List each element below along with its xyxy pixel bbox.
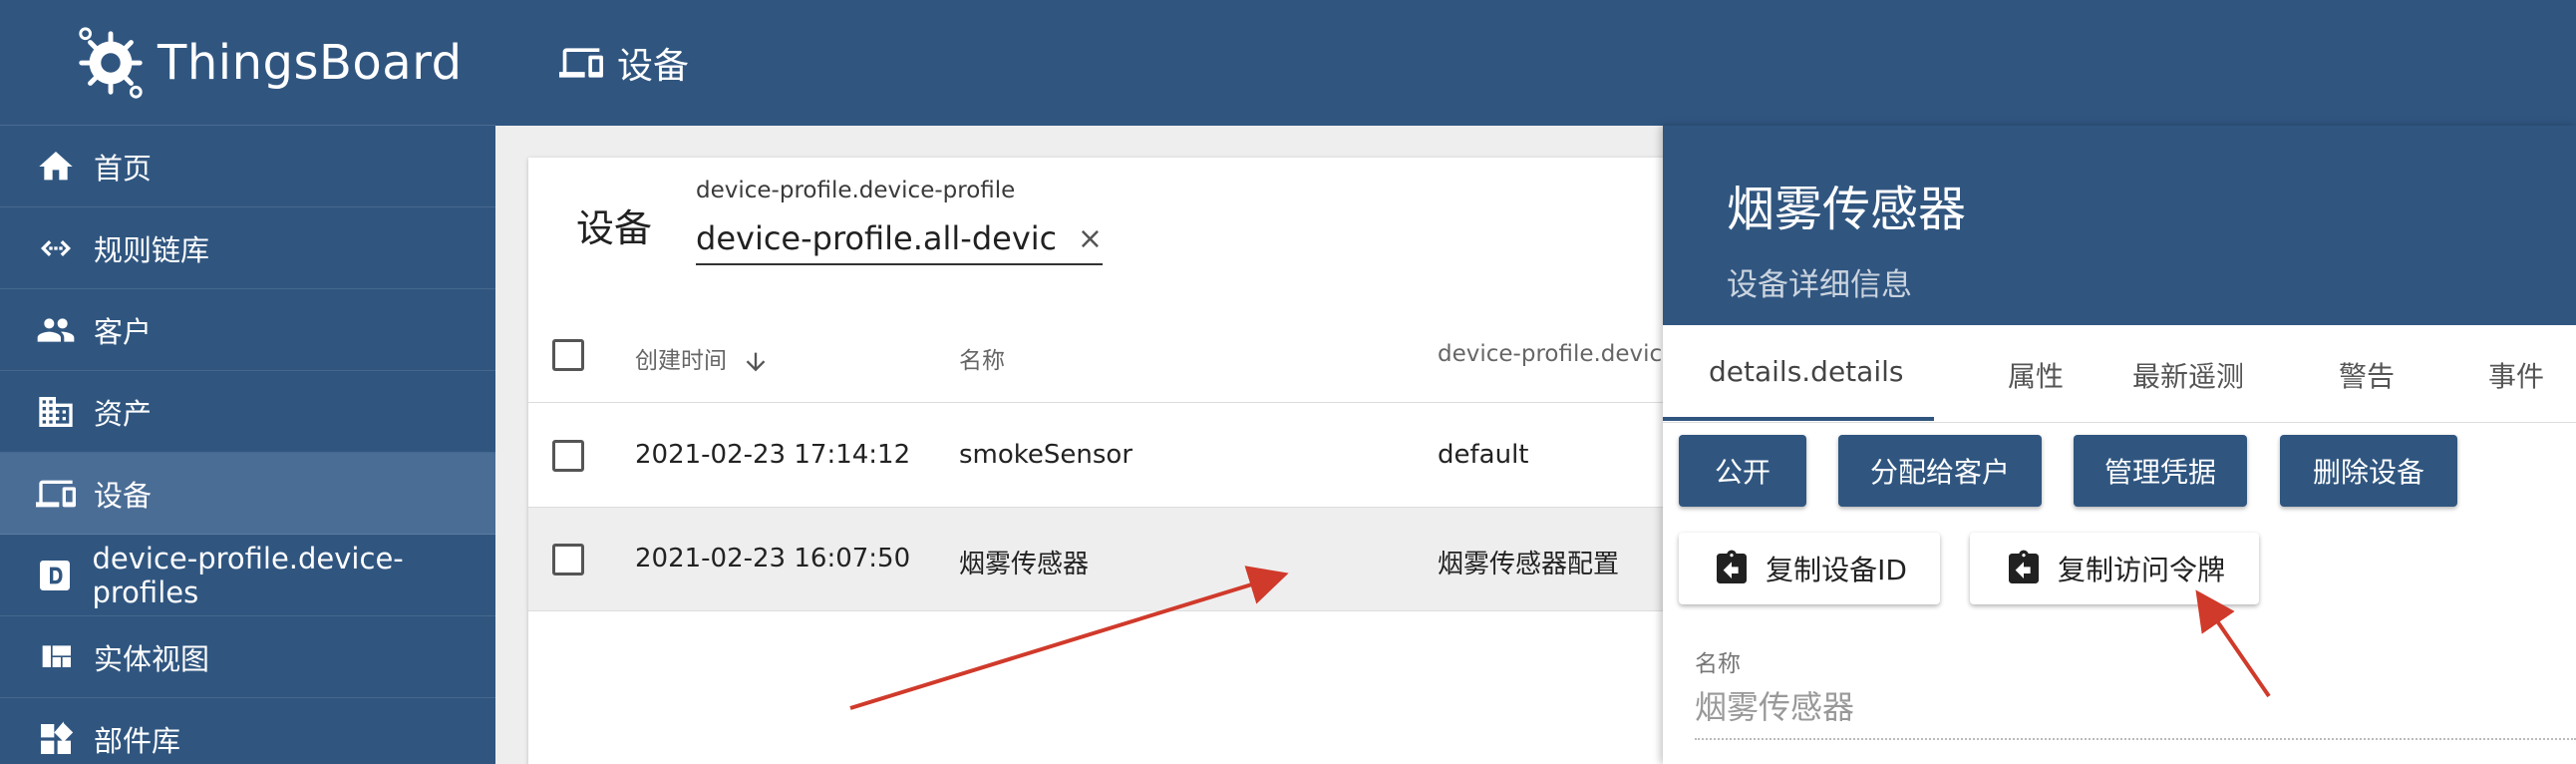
home-icon (34, 145, 78, 189)
sidebar: ThingsBoard 首页 规则链库 客户 资产 设备 device-prof… (0, 0, 495, 764)
tab-latest-telemetry[interactable]: 最新遥测 (2132, 355, 2244, 395)
copy-access-token-label: 复制访问令牌 (2057, 554, 2225, 586)
sidebar-item-assets[interactable]: 资产 (0, 371, 495, 453)
sidebar-item-label: 首页 (94, 151, 153, 186)
tab-details[interactable]: details.details (1709, 355, 1903, 388)
copy-access-token-button[interactable]: 复制访问令牌 (1970, 533, 2259, 604)
sidebar-item-customers[interactable]: 客户 (0, 289, 495, 371)
devices-icon (34, 472, 78, 516)
cell-device-profile: default (1438, 440, 1529, 470)
sidebar-item-entity-views[interactable]: 实体视图 (0, 616, 495, 698)
widgets-icon (34, 717, 78, 761)
sidebar-item-label: 客户 (94, 314, 153, 349)
page-title: 设备 (617, 46, 690, 87)
cell-created-time: 2021-02-23 16:07:50 (635, 544, 911, 573)
column-device-profile[interactable]: device-profile.device-profile (1438, 341, 1667, 367)
sidebar-item-label: 资产 (94, 396, 153, 431)
table-header: 创建时间 名称 device-profile.device-profile (528, 307, 1705, 403)
devices-table-card: 设备 device-profile.device-profile device-… (528, 158, 1705, 764)
tab-events[interactable]: 事件 (2488, 355, 2544, 395)
people-icon (34, 308, 78, 352)
sidebar-item-home[interactable]: 首页 (0, 126, 495, 207)
select-all-checkbox[interactable] (552, 339, 584, 371)
sidebar-item-label: 规则链库 (94, 232, 210, 267)
name-field[interactable]: 烟雾传感器 (1695, 682, 1854, 728)
active-tab-indicator (1663, 417, 1934, 421)
sidebar-item-widgets[interactable]: 部件库 (0, 698, 495, 764)
details-header: 烟雾传感器 设备详细信息 (1663, 126, 2576, 325)
cell-name: 烟雾传感器 (959, 550, 1090, 579)
column-name[interactable]: 名称 (959, 341, 1005, 375)
details-title: 烟雾传感器 (1727, 182, 1967, 237)
code-brackets-icon (34, 226, 78, 270)
column-label: 创建时间 (635, 348, 727, 374)
table-title: 设备 (576, 206, 653, 250)
filter-label: device-profile.device-profile (696, 178, 1016, 203)
thingsboard-logo-icon (79, 26, 143, 99)
filter-value[interactable]: device-profile.all-device-profiles (696, 219, 1055, 257)
copy-device-id-label: 复制设备ID (1766, 554, 1907, 586)
name-field-underline (1695, 738, 2576, 740)
device-details-panel: 烟雾传感器 设备详细信息 details.details 属性 最新遥测 警告 … (1663, 126, 2576, 764)
details-subtitle: 设备详细信息 (1727, 267, 1912, 303)
sidebar-item-device-profiles[interactable]: device-profile.device-profiles (0, 535, 495, 616)
sidebar-item-label: 部件库 (94, 723, 181, 758)
view-quilt-icon (34, 635, 78, 679)
sidebar-item-devices[interactable]: 设备 (0, 453, 495, 535)
details-tabs: details.details 属性 最新遥测 警告 事件 (1663, 325, 2576, 423)
name-field-label: 名称 (1695, 651, 1741, 677)
app-name: ThingsBoard (158, 34, 463, 91)
device-profile-filter[interactable]: device-profile.device-profile device-pro… (696, 178, 1103, 265)
column-created-time[interactable]: 创建时间 (635, 341, 770, 376)
delete-device-button[interactable]: 删除设备 (2280, 435, 2457, 507)
manage-credentials-button[interactable]: 管理凭据 (2074, 435, 2247, 507)
devices-icon (559, 48, 603, 78)
row-checkbox[interactable] (552, 544, 584, 575)
row-checkbox[interactable] (552, 440, 584, 472)
clear-icon[interactable]: × (1078, 221, 1103, 256)
building-icon (34, 390, 78, 434)
tab-attributes[interactable]: 属性 (2008, 355, 2064, 395)
copy-device-id-button[interactable]: 复制设备ID (1679, 533, 1940, 604)
clipboard-arrow-icon (2008, 550, 2039, 583)
top-bar: 设备 (495, 0, 2576, 126)
sidebar-item-label: 实体视图 (94, 641, 210, 676)
arrow-down-icon[interactable] (742, 348, 770, 376)
table-row[interactable]: 2021-02-23 17:14:12 smokeSensor default (528, 404, 1705, 508)
make-public-button[interactable]: 公开 (1679, 435, 1806, 507)
cell-device-profile: 烟雾传感器配置 (1438, 550, 1620, 579)
clipboard-arrow-icon (1717, 550, 1748, 583)
sidebar-item-label: device-profile.device-profiles (92, 541, 404, 609)
tab-alarms[interactable]: 警告 (2339, 355, 2395, 395)
filter-field[interactable]: device-profile.all-device-profiles × (696, 213, 1103, 265)
assign-to-customer-button[interactable]: 分配给客户 (1838, 435, 2042, 507)
sidebar-item-label: 设备 (94, 478, 153, 513)
sidebar-item-rule-chains[interactable]: 规则链库 (0, 207, 495, 289)
cell-name: smokeSensor (959, 440, 1133, 470)
letter-d-icon (34, 554, 76, 597)
cell-created-time: 2021-02-23 17:14:12 (635, 440, 911, 470)
logo-bar[interactable]: ThingsBoard (0, 0, 495, 126)
table-row[interactable]: 2021-02-23 16:07:50 烟雾传感器 烟雾传感器配置 (528, 508, 1705, 611)
